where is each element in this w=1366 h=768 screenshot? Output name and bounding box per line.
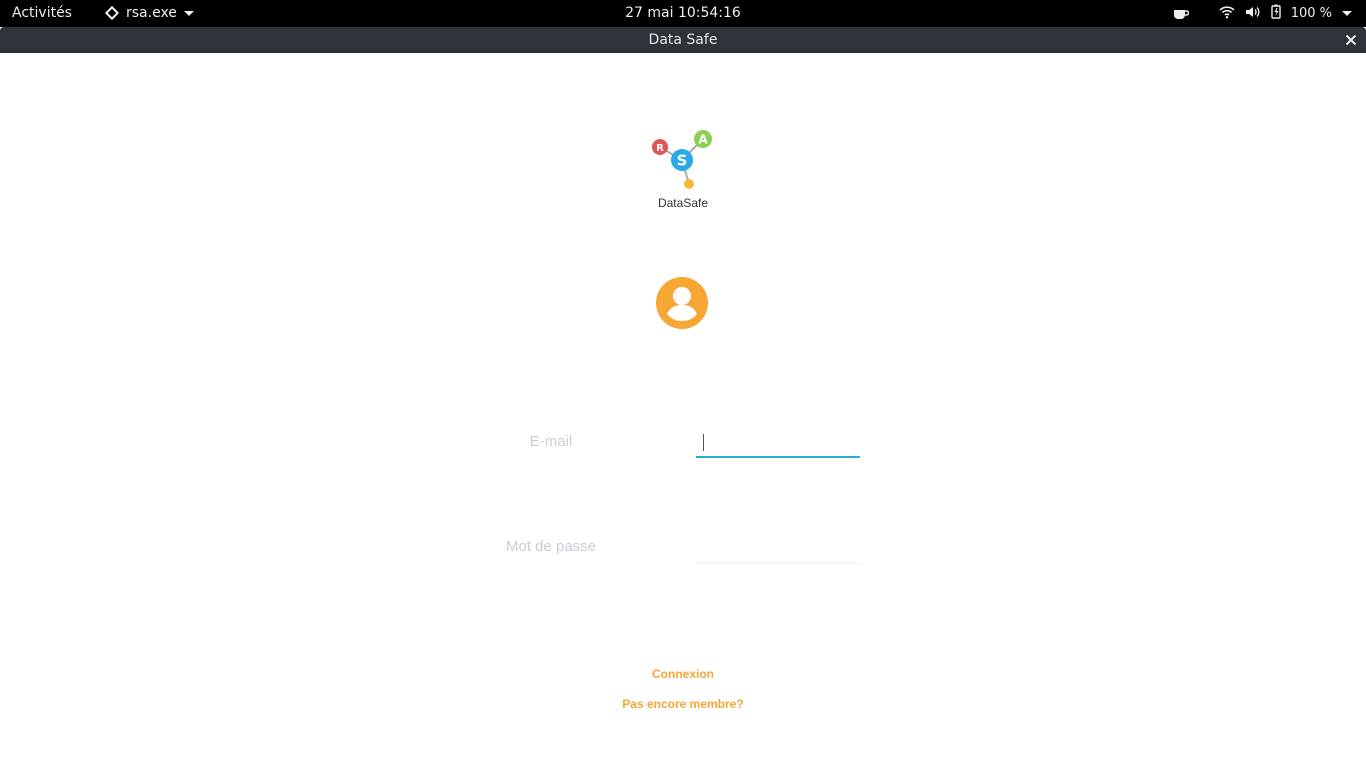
close-icon <box>1345 34 1357 46</box>
top-bar: Activités rsa.exe 27 mai 10:54:16 100 % <box>0 0 1366 27</box>
activities-button[interactable]: Activités <box>12 5 72 21</box>
chevron-down-icon <box>183 10 194 16</box>
app-menu[interactable]: rsa.exe <box>104 5 194 21</box>
login-button[interactable]: Connexion <box>652 667 714 681</box>
clock-label[interactable]: 27 mai 10:54:16 <box>625 5 741 21</box>
window-titlebar[interactable]: Data Safe <box>0 27 1366 53</box>
password-field[interactable] <box>696 538 860 564</box>
chevron-down-icon <box>1342 11 1352 16</box>
logo-letter-a: A <box>698 133 708 147</box>
email-label: E-mail <box>529 433 573 450</box>
coffee-icon[interactable] <box>1173 7 1190 25</box>
wifi-icon <box>1219 5 1235 23</box>
logo-letter-s: S <box>677 152 688 170</box>
battery-percentage: 100 % <box>1290 6 1332 21</box>
signup-link-row: Pas encore membre? <box>0 697 1366 711</box>
brand-name: DataSafe <box>657 196 709 210</box>
datasafe-logo: R A S <box>646 127 720 191</box>
volume-icon <box>1245 5 1261 23</box>
app-menu-label: rsa.exe <box>126 5 177 21</box>
clock: 27 mai 10:54:16 <box>0 5 1366 21</box>
user-avatar-icon <box>656 277 708 329</box>
password-label: Mot de passe <box>505 538 597 555</box>
close-button[interactable] <box>1342 31 1360 49</box>
login-screen: R A S DataSafe E-mail Mot de passe Conne… <box>0 53 1366 768</box>
system-status-area[interactable]: 100 % <box>1219 4 1352 23</box>
battery-icon <box>1270 4 1281 23</box>
logo-letter-r: R <box>656 143 664 154</box>
window-title: Data Safe <box>648 32 718 48</box>
app-icon <box>104 5 120 21</box>
login-link-row: Connexion <box>0 667 1366 681</box>
signup-link[interactable]: Pas encore membre? <box>622 697 743 711</box>
email-field[interactable] <box>696 432 860 458</box>
text-cursor <box>703 434 704 451</box>
